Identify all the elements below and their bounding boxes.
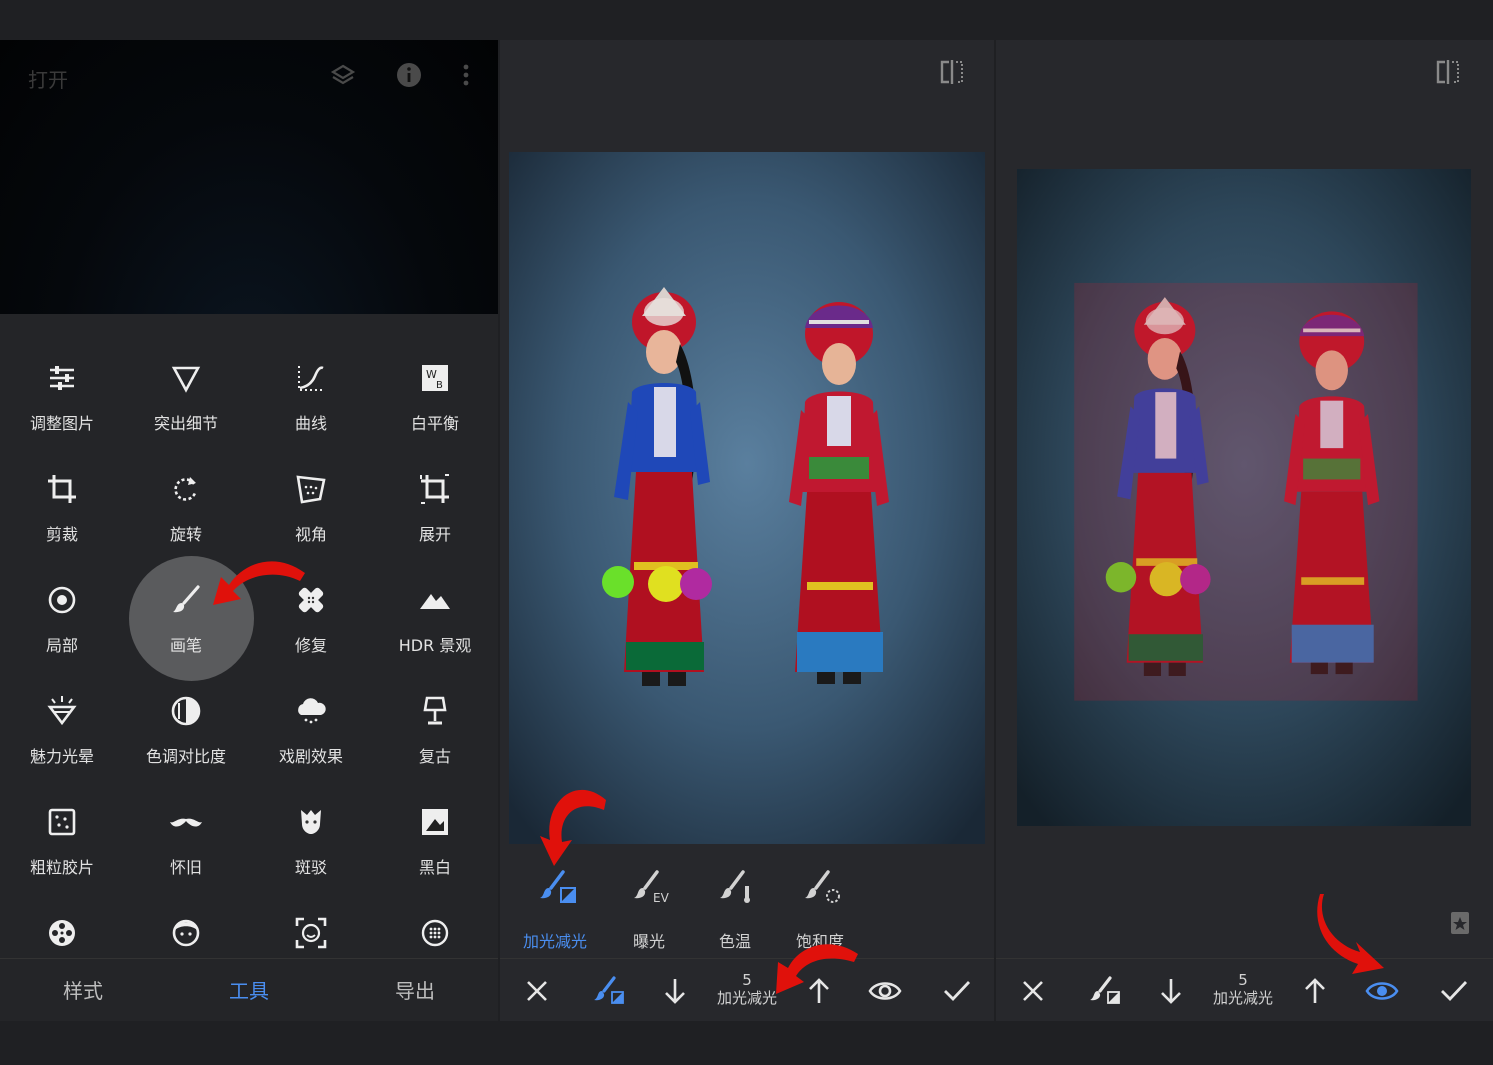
sliders-icon (50, 366, 74, 390)
eye-icon-active[interactable] (1364, 973, 1400, 1009)
brush-exposure[interactable]: EV 曝光 (606, 860, 692, 951)
temperature-brush-icon (720, 870, 750, 903)
tool-perspective[interactable]: 视角 (249, 451, 373, 551)
info-icon[interactable] (394, 60, 424, 90)
tab-tools[interactable]: 工具 (189, 975, 309, 1004)
brush-name: 加光减光 (1212, 989, 1273, 1007)
svg-text:B: B (436, 380, 443, 391)
tool-vintage[interactable]: 复古 (373, 673, 497, 773)
dodge-burn-brush-icon[interactable] (1087, 973, 1123, 1009)
tool-details[interactable]: 突出细节 (124, 340, 248, 440)
doll-photo-image (509, 152, 985, 844)
annotation-arrow (540, 789, 606, 866)
cancel-icon[interactable] (1015, 973, 1051, 1009)
white-balance-icon: WB (422, 365, 448, 391)
mustache-icon (170, 818, 202, 827)
apply-check-icon[interactable] (939, 973, 975, 1009)
annotation-arrow (213, 561, 305, 605)
tab-export[interactable]: 导出 (355, 975, 475, 1004)
tool-tonal-contrast[interactable]: 色调对比度 (124, 673, 248, 773)
tool-crop[interactable]: 剪裁 (0, 451, 124, 551)
tool-retrolux[interactable]: 怀旧 (124, 784, 248, 884)
annotation-arrow (1317, 894, 1384, 974)
cloud-icon (298, 698, 326, 724)
tab-styles[interactable]: 样式 (23, 975, 143, 1004)
red-mask-overlay (1074, 282, 1418, 701)
tool-white-balance[interactable]: WB 白平衡 (373, 340, 497, 440)
tool-selective[interactable]: 局部 (0, 562, 124, 662)
tool-curves[interactable]: 曲线 (249, 340, 373, 440)
doll-photo[interactable] (509, 152, 985, 844)
tool-grainy-film[interactable]: 粗粒胶片 (0, 784, 124, 884)
brush-dodge-burn[interactable]: 加光减光 (512, 860, 598, 951)
tool-glamour-glow[interactable]: 魅力光晕 (0, 673, 124, 773)
bottom-tab-bar: 样式 工具 导出 (0, 958, 498, 1021)
tool-hdr-scape[interactable]: HDR 景观 (373, 562, 497, 662)
tool-expand[interactable]: 展开 (373, 451, 497, 551)
lamp-icon (423, 696, 447, 725)
layers-stack-icon[interactable] (328, 60, 358, 90)
tool-grunge[interactable]: 斑驳 (249, 784, 373, 884)
curves-icon (298, 366, 324, 391)
open-button[interactable]: 打开 (28, 64, 68, 93)
brush-value: 5 (1238, 971, 1248, 989)
face-icon (172, 919, 200, 947)
tonal-contrast-icon (171, 696, 201, 726)
rotate-icon (174, 477, 197, 501)
cancel-icon[interactable] (519, 973, 555, 1009)
brush-icon (173, 585, 200, 613)
brush-value-display: 5 加光减光 (1198, 971, 1288, 1007)
selective-icon (48, 586, 76, 614)
saturation-brush-icon (805, 870, 840, 903)
compare-split-icon[interactable] (1434, 58, 1462, 86)
triangle-down-icon (171, 366, 201, 393)
brush-saturation[interactable]: 饱和度 (777, 860, 863, 951)
arrow-down-icon[interactable] (1153, 973, 1189, 1009)
tool-tune-image[interactable]: 调整图片 (0, 340, 124, 440)
annotation-arrow (776, 944, 858, 994)
doll-photo-masked-image (1017, 169, 1471, 826)
brush-mask-view-panel: 5 加光减光 (996, 40, 1493, 1021)
arrow-up-icon[interactable] (1297, 973, 1333, 1009)
expand-icon (420, 474, 449, 504)
more-vert-icon[interactable] (454, 60, 478, 90)
glamour-glow-icon (47, 696, 77, 726)
film-reel-icon (49, 920, 75, 946)
ev-badge: EV (653, 891, 670, 905)
compare-split-icon[interactable] (938, 58, 966, 86)
tools-panel: 打开 调整图片 突出细节 曲线 WB 白平衡 剪裁 旋转 视角 展开 局部 画笔… (0, 40, 498, 1021)
doll-photo-masked[interactable] (1017, 169, 1471, 826)
mask-badge-icon[interactable] (1448, 910, 1472, 936)
mountain-icon (420, 594, 450, 609)
brush-temperature[interactable]: 色温 (692, 860, 778, 951)
brush-bottom-bar: 5 加光减光 (500, 958, 994, 1021)
grainy-film-icon (48, 808, 76, 836)
tool-black-white[interactable]: 黑白 (373, 784, 497, 884)
eye-icon[interactable] (867, 973, 903, 1009)
brush-bottom-bar: 5 加光减光 (996, 958, 1493, 1021)
exposure-brush-icon: EV (634, 870, 670, 905)
tool-drama[interactable]: 戏剧效果 (249, 673, 373, 773)
brush-edit-panel: 加光减光 EV 曝光 色温 饱和度 5 加光减光 (500, 40, 994, 1021)
perspective-icon (296, 475, 326, 504)
dodge-burn-brush-icon (540, 870, 576, 903)
arrow-down-icon[interactable] (657, 973, 693, 1009)
crop-icon (48, 475, 76, 503)
tool-rotate[interactable]: 旋转 (124, 451, 248, 551)
dots-circle-icon (421, 919, 449, 947)
dodge-burn-brush-icon[interactable] (591, 973, 627, 1009)
face-scan-icon (295, 917, 327, 949)
black-white-icon (422, 809, 448, 835)
grunge-icon (301, 810, 321, 834)
apply-check-icon[interactable] (1436, 973, 1472, 1009)
